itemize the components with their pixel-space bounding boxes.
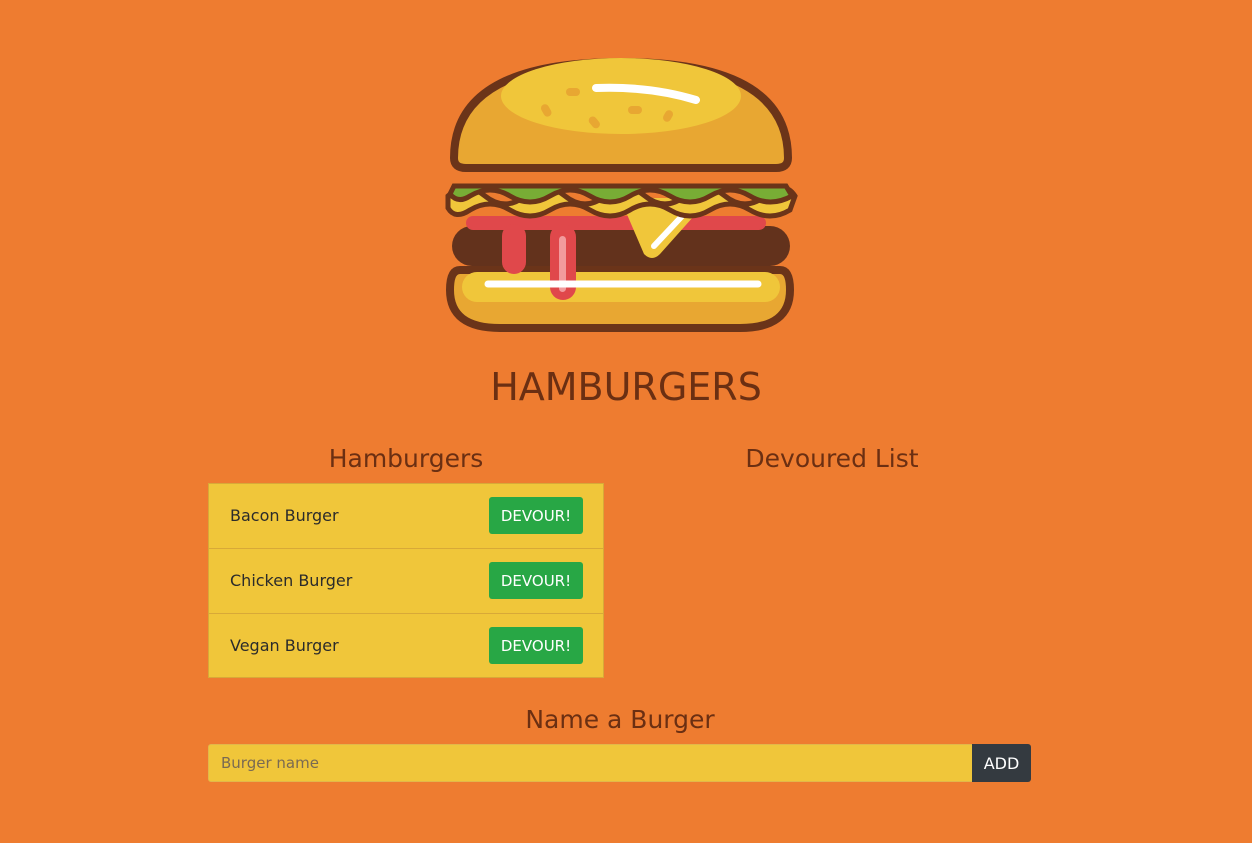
hamburger-icon [445,58,798,332]
devour-button[interactable]: DEVOUR! [489,562,583,599]
devour-button[interactable]: DEVOUR! [489,497,583,534]
burger-name: Bacon Burger [230,506,339,525]
devour-button[interactable]: DEVOUR! [489,627,583,664]
page: HAMBURGERS Hamburgers Devoured List Baco… [0,0,1252,843]
burger-name: Chicken Burger [230,571,353,590]
hamburgers-list: Bacon Burger DEVOUR! Chicken Burger DEVO… [208,483,604,678]
burger-name: Vegan Burger [230,636,339,655]
page-title: HAMBURGERS [490,365,762,409]
devoured-list-heading: Devoured List [745,444,919,473]
burger-name-input[interactable] [208,744,973,782]
hamburgers-heading: Hamburgers [328,444,484,473]
list-item: Bacon Burger DEVOUR! [209,484,603,549]
name-a-burger-heading: Name a Burger [525,705,715,734]
list-item: Vegan Burger DEVOUR! [209,614,603,677]
add-button[interactable]: ADD [972,744,1031,782]
list-item: Chicken Burger DEVOUR! [209,549,603,614]
